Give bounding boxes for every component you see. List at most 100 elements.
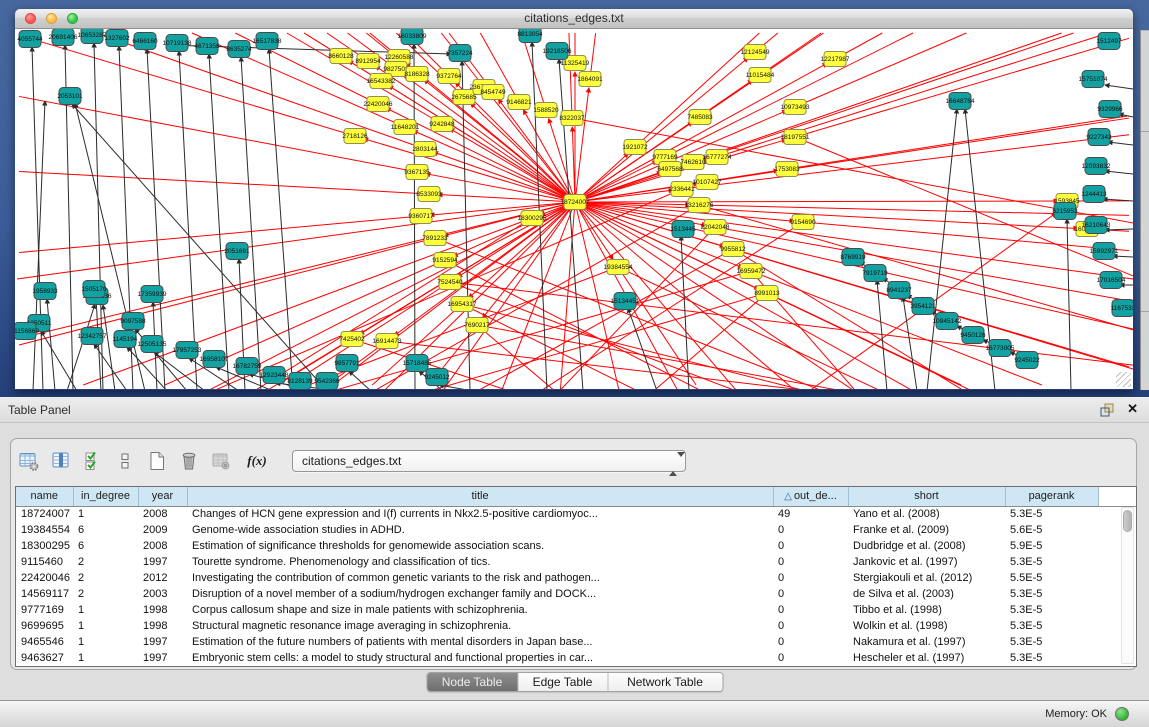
- table-cell[interactable]: 1: [73, 618, 138, 634]
- network-graph[interactable]: 1872400786601288912954122605889827503165…: [15, 29, 1133, 389]
- table-cell[interactable]: Estimation of significance thresholds fo…: [187, 538, 773, 554]
- table-row[interactable]: 1456911722003Disruption of a novel membe…: [16, 586, 1136, 602]
- network-window-titlebar[interactable]: citations_edges.txt: [15, 9, 1133, 29]
- table-cell[interactable]: 0: [773, 634, 848, 650]
- table-row[interactable]: 911546021997Tourette syndrome. Phenomeno…: [16, 554, 1136, 570]
- citation-edge-black[interactable]: [1105, 171, 1133, 174]
- table-cell[interactable]: 9777169: [16, 602, 73, 618]
- citation-edge-red[interactable]: [670, 33, 1062, 169]
- delete-table-button[interactable]: [210, 448, 232, 474]
- table-cell[interactable]: Estimation of the future numbers of pati…: [187, 634, 773, 650]
- column-header-out_de[interactable]: △out_de...: [773, 487, 848, 506]
- tab-edge-table[interactable]: Edge Table: [517, 673, 607, 691]
- table-scrollbar[interactable]: [1121, 507, 1134, 664]
- table-cell[interactable]: 6: [73, 538, 138, 554]
- table-cell[interactable]: 0: [773, 554, 848, 570]
- table-cell[interactable]: Investigating the contribution of common…: [187, 570, 773, 586]
- table-row[interactable]: 946554611997Estimation of the future num…: [16, 634, 1136, 650]
- table-options-button[interactable]: [18, 448, 40, 474]
- citation-edge-red[interactable]: [17, 202, 575, 279]
- table-cell[interactable]: 18300295: [16, 538, 73, 554]
- minimize-window-button[interactable]: [46, 13, 57, 24]
- float-panel-button[interactable]: [1099, 402, 1115, 418]
- table-cell[interactable]: Wolkin et al. (1998): [848, 618, 1005, 634]
- close-window-button[interactable]: [25, 13, 36, 24]
- column-header-year[interactable]: year: [138, 487, 187, 506]
- table-cell[interactable]: Embryonic stem cells: a model to study s…: [187, 650, 773, 666]
- column-header-title[interactable]: title: [187, 487, 773, 506]
- table-cell[interactable]: 2003: [138, 586, 187, 602]
- table-cell[interactable]: 1: [73, 506, 138, 522]
- citation-edge-black[interactable]: [47, 299, 55, 389]
- citation-edge-red[interactable]: [575, 202, 1035, 389]
- table-cell[interactable]: 5.3E-5: [1005, 602, 1098, 618]
- column-header-short[interactable]: short: [848, 487, 1005, 506]
- citation-edge-black[interactable]: [1108, 142, 1133, 145]
- citation-edge-red[interactable]: [569, 33, 572, 118]
- citation-edge-red[interactable]: [575, 88, 589, 202]
- citation-edge-black[interactable]: [927, 109, 957, 389]
- citation-edge-red[interactable]: [433, 152, 575, 202]
- zoom-window-button[interactable]: [67, 13, 78, 24]
- table-cell[interactable]: 5.3E-5: [1005, 650, 1098, 666]
- citation-edge-red[interactable]: [707, 118, 1129, 182]
- table-row[interactable]: 2242004622012Investigating the contribut…: [16, 570, 1136, 586]
- table-cell[interactable]: 2: [73, 586, 138, 602]
- table-cell[interactable]: 1998: [138, 618, 187, 634]
- table-cell[interactable]: 1998: [138, 602, 187, 618]
- table-cell[interactable]: 18724007: [16, 506, 73, 522]
- table-cell[interactable]: 9699695: [16, 618, 73, 634]
- column-header-in_degree[interactable]: in_degree: [73, 487, 138, 506]
- table-cell[interactable]: Tourette syndrome. Phenomenology and cla…: [187, 554, 773, 570]
- table-cell[interactable]: 5.6E-5: [1005, 522, 1098, 538]
- column-header-pagerank[interactable]: pagerank: [1005, 487, 1098, 506]
- table-row[interactable]: 1830029562008Estimation of significance …: [16, 538, 1136, 554]
- table-cell[interactable]: 2008: [138, 538, 187, 554]
- citation-edge-black[interactable]: [1105, 85, 1133, 89]
- citation-edge-black[interactable]: [1113, 256, 1133, 257]
- table-cell[interactable]: 5.9E-5: [1005, 538, 1098, 554]
- table-row[interactable]: 1872400712008Changes of HCN gene express…: [16, 506, 1136, 522]
- table-cell[interactable]: Nakamura et al. (1997): [848, 634, 1005, 650]
- table-cell[interactable]: 19384554: [16, 522, 73, 538]
- citation-edge-black[interactable]: [179, 51, 197, 389]
- table-cell[interactable]: 0: [773, 650, 848, 666]
- table-cell[interactable]: 5.3E-5: [1005, 506, 1098, 522]
- table-cell[interactable]: 1: [73, 650, 138, 666]
- table-cell[interactable]: 1997: [138, 554, 187, 570]
- table-cell[interactable]: Dudbridge et al. (2008): [848, 538, 1005, 554]
- citation-edge-black[interactable]: [269, 49, 293, 389]
- table-cell[interactable]: Franke et al. (2009): [848, 522, 1005, 538]
- citation-edge-red[interactable]: [717, 33, 1108, 157]
- table-cell[interactable]: 1: [73, 634, 138, 650]
- column-header-name[interactable]: name: [16, 487, 73, 506]
- close-panel-button[interactable]: ✕: [1127, 401, 1138, 417]
- table-cell[interactable]: 0: [773, 522, 848, 538]
- table-cell[interactable]: 0: [773, 618, 848, 634]
- citation-edge-black[interactable]: [103, 305, 115, 389]
- citation-edge-red[interactable]: [97, 33, 425, 149]
- table-cell[interactable]: 2008: [138, 506, 187, 522]
- table-scrollbar-thumb[interactable]: [1123, 510, 1132, 532]
- table-cell[interactable]: Stergiakouli et al. (2012): [848, 570, 1005, 586]
- network-canvas[interactable]: 1872400786601288912954122605889827503165…: [15, 29, 1133, 389]
- table-row[interactable]: 946362711997Embryonic stem cells: a mode…: [16, 650, 1136, 666]
- table-cell[interactable]: 2009: [138, 522, 187, 538]
- table-cell[interactable]: 2: [73, 554, 138, 570]
- table-cell[interactable]: 6: [73, 522, 138, 538]
- table-cell[interactable]: 1997: [138, 650, 187, 666]
- function-builder-button[interactable]: f(x): [242, 448, 272, 474]
- window-resize-grip-icon[interactable]: [1116, 372, 1131, 387]
- table-cell[interactable]: Tibbo et al. (1998): [848, 602, 1005, 618]
- table-cell[interactable]: 5.5E-5: [1005, 570, 1098, 586]
- table-cell[interactable]: 0: [773, 586, 848, 602]
- delete-column-button[interactable]: [178, 448, 200, 474]
- table-cell[interactable]: 5.3E-5: [1005, 618, 1098, 634]
- table-cell[interactable]: 0: [773, 538, 848, 554]
- table-cell[interactable]: Corpus callosum shape and size in male p…: [187, 602, 773, 618]
- show-column-button[interactable]: [50, 448, 72, 474]
- tab-node-table[interactable]: Node Table: [427, 673, 517, 691]
- create-column-button[interactable]: [146, 448, 168, 474]
- table-cell[interactable]: 22420046: [16, 570, 73, 586]
- table-cell[interactable]: 0: [773, 570, 848, 586]
